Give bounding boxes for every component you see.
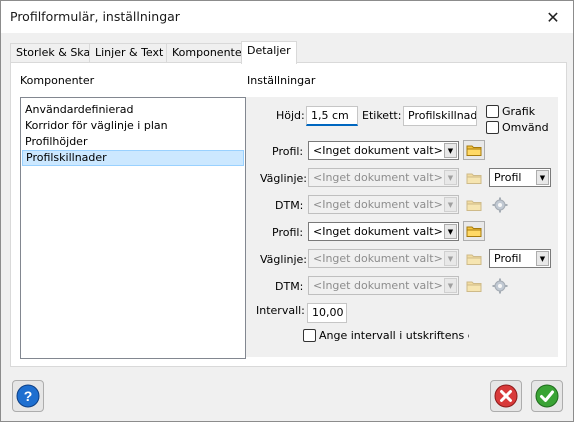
svg-text:?: ? [24,388,33,404]
folder-icon [466,145,482,156]
dialog-window: Profilformulär, inställningar ✕ Storlek … [0,0,574,422]
profil-type-combo-1-value: Profil [494,171,522,184]
chevron-down-icon: ▼ [444,143,457,158]
cancel-icon [494,384,518,408]
folder-icon [466,200,482,211]
open-folder-button-1[interactable] [463,140,485,160]
tab-detaljer[interactable]: Detaljer [241,41,297,64]
chevron-down-icon: ▼ [536,251,549,266]
profil-type-combo-1[interactable]: Profil ▼ [489,168,551,187]
chevron-down-icon: ▼ [536,170,549,185]
components-heading: Komponenter [20,74,95,87]
hojd-label: Höjd: [276,109,305,122]
open-folder-button-3 [463,195,485,215]
ange-intervall-checkbox[interactable]: Ange intervall i utskriftens enh [303,329,469,342]
profil-label-2: Profil: [272,226,304,239]
chevron-down-icon: ▼ [444,197,457,212]
title-bar: Profilformulär, inställningar ✕ [1,1,573,33]
etikett-label: Etikett: [362,109,402,122]
grafik-checkbox[interactable]: Grafik [486,105,535,118]
profil-combo-1[interactable]: <Inget dokument valt> ▼ [308,141,459,160]
dtm-label-2: DTM: [275,280,304,293]
ange-intervall-checkbox-box[interactable] [303,329,316,342]
list-item[interactable]: Korridor för väglinje i plan [22,118,244,134]
omvand-checkbox-label: Omvänd [502,121,549,134]
settings-panel: Höjd: 1,5 cm Etikett: Profilskillnader G… [246,97,558,357]
grafik-checkbox-label: Grafik [502,105,536,118]
close-icon: ✕ [546,7,560,27]
ok-icon [535,384,559,408]
folder-icon [466,254,482,265]
folder-icon [466,281,482,292]
profil-type-combo-2[interactable]: Profil ▼ [489,249,551,268]
tab-komponenter[interactable]: Komponenter [166,43,253,63]
vaglinje-combo-2-value: <Inget dokument valt> [313,252,443,265]
components-list[interactable]: Användardefinierad Korridor för väglinje… [20,97,246,359]
open-folder-button-5 [463,249,485,269]
vaglinje-combo-1-value: <Inget dokument valt> [313,171,443,184]
folder-icon [466,226,482,237]
dtm-label-1: DTM: [275,199,304,212]
profil-combo-2[interactable]: <Inget dokument valt> ▼ [308,222,459,241]
close-button[interactable]: ✕ [541,6,565,28]
gear-icon [492,197,508,213]
dtm-combo-2: <Inget dokument valt> ▼ [308,276,459,295]
tab-linjer-text[interactable]: Linjer & Text [89,43,170,63]
window-title: Profilformulär, inställningar [10,9,180,24]
gear-icon [492,278,508,294]
ange-intervall-checkbox-label: Ange intervall i utskriftens enh [319,329,469,342]
list-item[interactable]: Profilhöjder [22,134,244,150]
profil-combo-2-value: <Inget dokument valt> [313,225,443,238]
tab-panel: Komponenter Användardefinierad Korridor … [10,62,567,367]
vaglinje-label-1: Väglinje: [260,172,308,185]
profil-type-combo-2-value: Profil [494,252,522,265]
profil-label-1: Profil: [272,145,304,158]
open-folder-button-2 [463,168,485,188]
vaglinje-combo-2: <Inget dokument valt> ▼ [308,249,459,268]
ok-button[interactable] [531,380,563,412]
folder-icon [466,173,482,184]
chevron-down-icon: ▼ [444,170,457,185]
grafik-checkbox-box[interactable] [486,105,499,118]
intervall-input[interactable]: 10,00 [307,303,347,323]
etikett-input[interactable]: Profilskillnader [403,106,477,126]
list-item[interactable]: Användardefinierad [22,102,244,118]
hojd-input[interactable]: 1,5 cm [306,106,358,126]
vaglinje-combo-1: <Inget dokument valt> ▼ [308,168,459,187]
settings-heading: Inställningar [247,74,316,87]
help-button[interactable]: ? [12,380,44,412]
chevron-down-icon: ▼ [444,278,457,293]
intervall-label: Intervall: [256,304,305,317]
open-folder-button-4[interactable] [463,221,485,241]
settings-gear-button-1 [489,195,511,215]
omvand-checkbox[interactable]: Omvänd [486,121,549,134]
chevron-down-icon: ▼ [444,224,457,239]
cancel-button[interactable] [490,380,522,412]
omvand-checkbox-box[interactable] [486,121,499,134]
list-item-selected[interactable]: Profilskillnader [22,150,244,166]
help-icon: ? [16,384,40,408]
settings-gear-button-2 [489,276,511,296]
dtm-combo-2-value: <Inget dokument valt> [313,279,443,292]
chevron-down-icon: ▼ [444,251,457,266]
dtm-combo-1-value: <Inget dokument valt> [313,198,443,211]
vaglinje-label-2: Väglinje: [260,253,308,266]
profil-combo-1-value: <Inget dokument valt> [313,144,443,157]
dtm-combo-1: <Inget dokument valt> ▼ [308,195,459,214]
open-folder-button-6 [463,276,485,296]
